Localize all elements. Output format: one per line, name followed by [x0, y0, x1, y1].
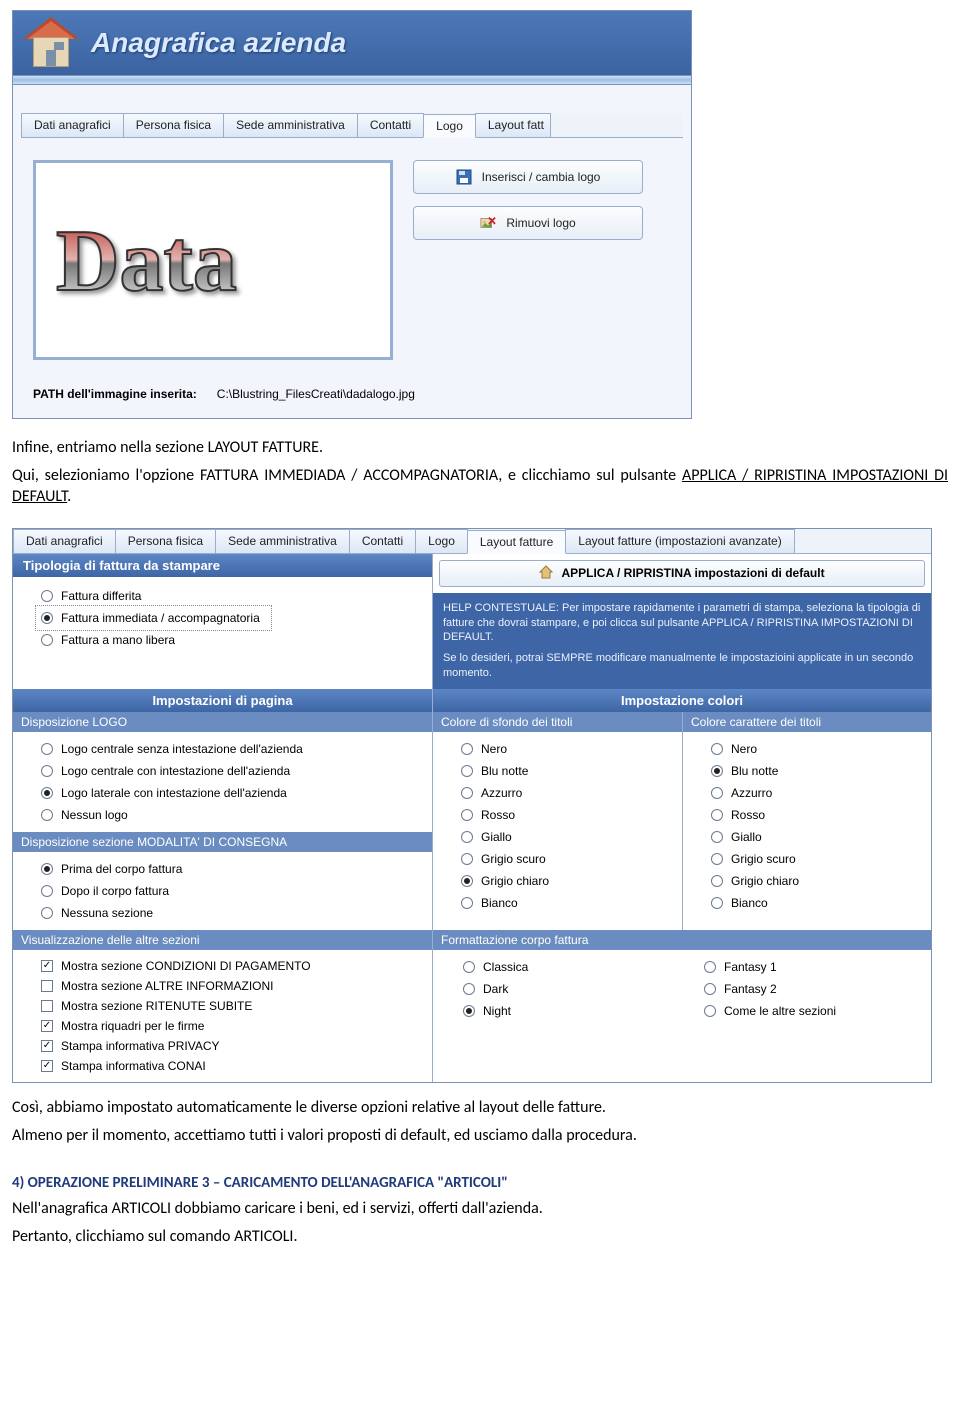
radio-car-blu-notte[interactable]: Blu notte: [707, 760, 923, 782]
impostazioni-pagina-head: Impostazioni di pagina: [13, 689, 432, 712]
floppy-disk-icon: [456, 169, 472, 185]
radio-fattura-differita[interactable]: Fattura differita: [37, 585, 422, 607]
radio-fantasy1[interactable]: Fantasy 1: [700, 956, 923, 978]
window-anagrafica-azienda: Anagrafica azienda Dati anagrafici Perso…: [12, 10, 692, 419]
radio-nessun-logo[interactable]: Nessun logo: [37, 804, 424, 826]
radio-sfondo-azzurro[interactable]: Azzurro: [457, 782, 674, 804]
colore-carattere-head: Colore carattere dei titoli: [683, 712, 931, 732]
check-altre-informazioni[interactable]: Mostra sezione ALTRE INFORMAZIONI: [37, 976, 424, 996]
tab-layout-fatture[interactable]: Layout fatture: [467, 530, 566, 554]
radio-sfondo-giallo[interactable]: Giallo: [457, 826, 674, 848]
radio-night[interactable]: Night: [459, 1000, 682, 1022]
tab-dati-anagrafici[interactable]: Dati anagrafici: [21, 113, 124, 137]
check-ritenute-subite[interactable]: Mostra sezione RITENUTE SUBITE: [37, 996, 424, 1016]
insert-change-logo-button[interactable]: Inserisci / cambia logo: [413, 160, 643, 194]
radio-dark[interactable]: Dark: [459, 978, 682, 1000]
radio-fattura-immediata[interactable]: Fattura immediata / accompagnatoria: [37, 607, 270, 629]
window-layout-fatture: Dati anagrafici Persona fisica Sede ammi…: [12, 528, 932, 1083]
tab-layout-fatture-avanzate[interactable]: Layout fatture (impostazioni avanzate): [565, 529, 794, 553]
tabs: Dati anagrafici Persona fisica Sede ammi…: [13, 529, 931, 554]
remove-image-icon: [480, 215, 496, 231]
radio-logo-centrale-senza[interactable]: Logo centrale senza intestazione dell'az…: [37, 738, 424, 760]
doc-p-intro-2: Qui, selezioniamo l'opzione FATTURA IMME…: [12, 465, 948, 508]
tab-persona-fisica[interactable]: Persona fisica: [115, 529, 216, 553]
titlebar: Anagrafica azienda: [13, 11, 691, 75]
impostazione-colori-head: Impostazione colori: [433, 689, 931, 712]
radio-car-bianco[interactable]: Bianco: [707, 892, 923, 914]
radio-car-grigio-chiaro[interactable]: Grigio chiaro: [707, 870, 923, 892]
radio-dopo-corpo[interactable]: Dopo il corpo fattura: [37, 880, 424, 902]
doc-p-intro-1: Infine, entriamo nella sezione LAYOUT FA…: [12, 437, 948, 459]
apply-reset-defaults-label: APPLICA / RIPRISTINA impostazioni di def…: [561, 566, 824, 580]
radio-car-grigio-scuro[interactable]: Grigio scuro: [707, 848, 923, 870]
radio-car-nero[interactable]: Nero: [707, 738, 923, 760]
tab-dati-anagrafici[interactable]: Dati anagrafici: [13, 529, 116, 553]
tabs: Dati anagrafici Persona fisica Sede ammi…: [21, 113, 683, 138]
tab-sede-amministrativa[interactable]: Sede amministrativa: [215, 529, 350, 553]
remove-logo-button[interactable]: Rimuovi logo: [413, 206, 643, 240]
tab-logo[interactable]: Logo: [415, 529, 468, 553]
altre-sezioni-head: Visualizzazione delle altre sezioni: [13, 930, 432, 950]
doc-p-after-2: Almeno per il momento, accettiamo tutti …: [12, 1125, 948, 1147]
tab-layout-fatture-truncated[interactable]: Layout fatt: [475, 113, 551, 137]
tab-logo[interactable]: Logo: [423, 114, 476, 138]
insert-change-logo-label: Inserisci / cambia logo: [482, 170, 601, 184]
colore-sfondo-head: Colore di sfondo dei titoli: [433, 712, 682, 732]
home-reset-icon: [539, 565, 553, 582]
radio-come-altre-sezioni[interactable]: Come le altre sezioni: [700, 1000, 923, 1022]
modalita-consegna-head: Disposizione sezione MODALITA' DI CONSEG…: [13, 832, 432, 852]
radio-car-giallo[interactable]: Giallo: [707, 826, 923, 848]
path-value: C:\Blustring_FilesCreati\dadalogo.jpg: [211, 384, 421, 404]
radio-sfondo-bianco[interactable]: Bianco: [457, 892, 674, 914]
panel-tipologia-head: Tipologia di fattura da stampare: [13, 554, 432, 577]
apply-reset-defaults-button[interactable]: APPLICA / RIPRISTINA impostazioni di def…: [439, 560, 925, 587]
radio-sfondo-grigio-chiaro[interactable]: Grigio chiaro: [457, 870, 674, 892]
logo-image-word: Data: [56, 211, 237, 312]
radio-prima-corpo[interactable]: Prima del corpo fattura: [37, 858, 424, 880]
radio-logo-laterale-con[interactable]: Logo laterale con intestazione dell'azie…: [37, 782, 424, 804]
help-contestuale: HELP CONTESTUALE: Per impostare rapidame…: [433, 593, 931, 689]
radio-nessuna-sezione[interactable]: Nessuna sezione: [37, 902, 424, 924]
check-condizioni-pagamento[interactable]: Mostra sezione CONDIZIONI DI PAGAMENTO: [37, 956, 424, 976]
tab-sede-amministrativa[interactable]: Sede amministrativa: [223, 113, 358, 137]
radio-classica[interactable]: Classica: [459, 956, 682, 978]
formattazione-corpo-head: Formattazione corpo fattura: [433, 930, 931, 950]
path-label: PATH dell'immagine inserita:: [33, 387, 197, 401]
panel-tipologia-body: Fattura differita Fattura immediata / ac…: [13, 577, 432, 661]
doc-p-op3-1: Nell'anagrafica ARTICOLI dobbiamo carica…: [12, 1198, 948, 1220]
radio-sfondo-grigio-scuro[interactable]: Grigio scuro: [457, 848, 674, 870]
tab-contatti[interactable]: Contatti: [349, 529, 416, 553]
logo-preview: Data: [33, 160, 393, 360]
tab-persona-fisica[interactable]: Persona fisica: [123, 113, 224, 137]
tab-contatti[interactable]: Contatti: [357, 113, 424, 137]
radio-car-rosso[interactable]: Rosso: [707, 804, 923, 826]
radio-logo-centrale-con[interactable]: Logo centrale con intestazione dell'azie…: [37, 760, 424, 782]
house-icon: [23, 15, 79, 71]
remove-logo-label: Rimuovi logo: [506, 216, 575, 230]
radio-sfondo-blu-notte[interactable]: Blu notte: [457, 760, 674, 782]
radio-fantasy2[interactable]: Fantasy 2: [700, 978, 923, 1000]
doc-p-after-1: Così, abbiamo impostato automaticamente …: [12, 1097, 948, 1119]
doc-heading-op3: 4) OPERAZIONE PRELIMINARE 3 – CARICAMENT…: [12, 1174, 948, 1192]
check-privacy[interactable]: Stampa informativa PRIVACY: [37, 1036, 424, 1056]
disposizione-logo-head: Disposizione LOGO: [13, 712, 432, 732]
radio-sfondo-rosso[interactable]: Rosso: [457, 804, 674, 826]
check-conai[interactable]: Stampa informativa CONAI: [37, 1056, 424, 1076]
radio-car-azzurro[interactable]: Azzurro: [707, 782, 923, 804]
radio-sfondo-nero[interactable]: Nero: [457, 738, 674, 760]
doc-p-op3-2: Pertanto, clicchiamo sul comando ARTICOL…: [12, 1226, 948, 1248]
radio-fattura-mano-libera[interactable]: Fattura a mano libera: [37, 629, 422, 651]
check-riquadri-firme[interactable]: Mostra riquadri per le firme: [37, 1016, 424, 1036]
titlebar-sep: [13, 75, 691, 85]
titlebar-text: Anagrafica azienda: [91, 27, 346, 59]
